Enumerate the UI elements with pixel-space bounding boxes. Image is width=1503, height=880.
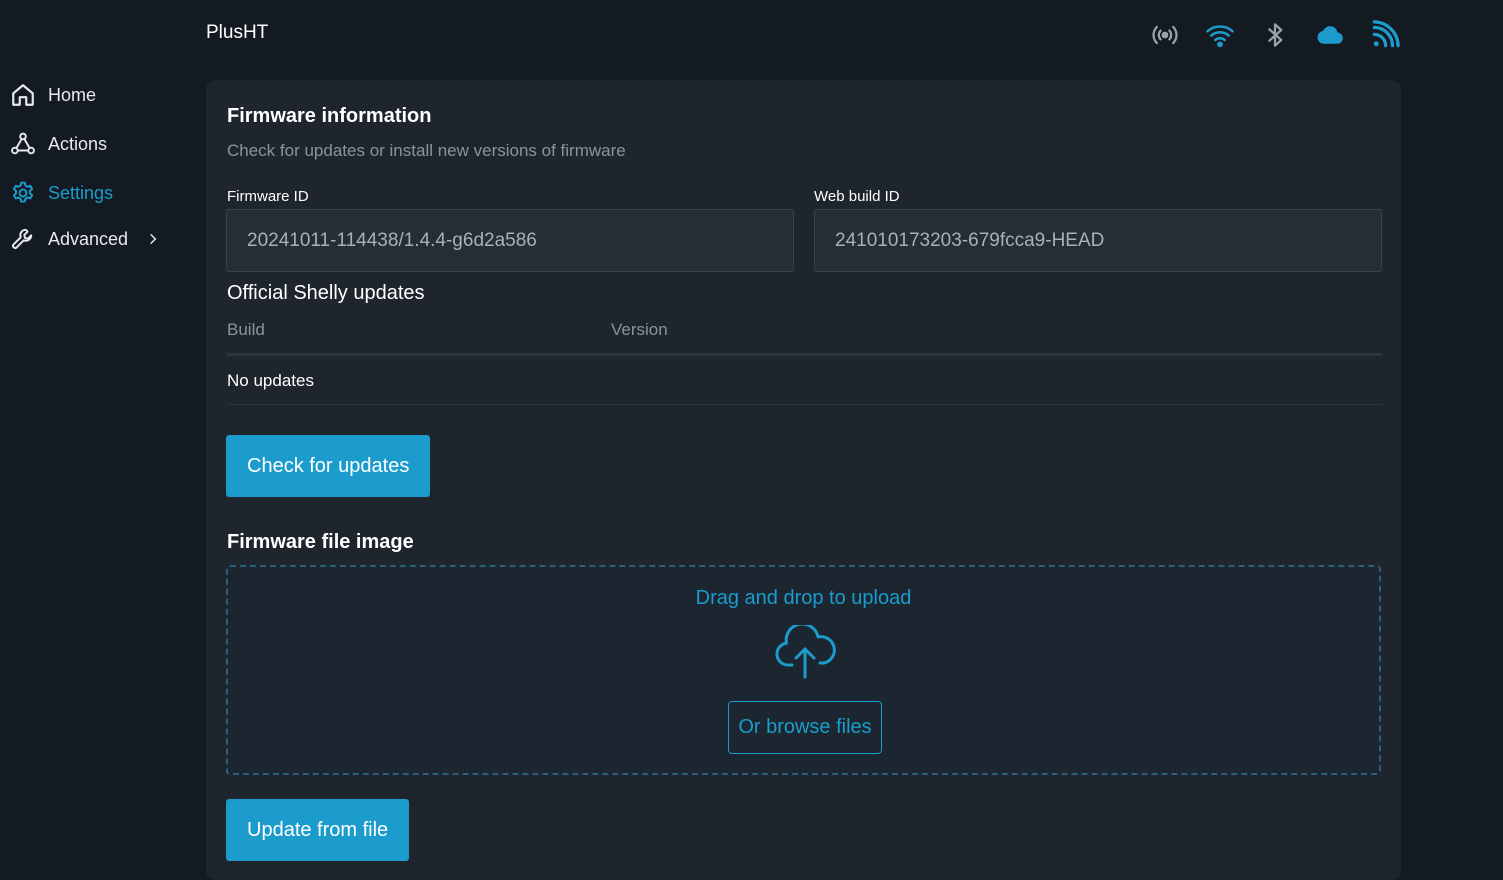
update-from-file-button[interactable]: Update from file: [226, 799, 410, 861]
drop-text: Drag and drop to upload: [695, 587, 912, 609]
updates-table-header: Build Version: [227, 320, 1382, 356]
firmware-id-label: Firmware ID: [227, 188, 309, 205]
browse-files-button[interactable]: Or browse files: [728, 701, 882, 754]
sidebar-item-label: Actions: [48, 133, 108, 154]
no-updates-text: No updates: [227, 371, 314, 390]
web-build-field[interactable]: [814, 209, 1382, 272]
page-title: Firmware information: [227, 105, 432, 127]
sidebar-item-label: Home: [48, 84, 97, 105]
wifi-icon[interactable]: [1203, 18, 1236, 51]
actions-icon: [11, 132, 35, 155]
app-title: PlusHT: [206, 22, 269, 43]
gear-icon: [12, 181, 34, 203]
sidebar-item-settings[interactable]: Settings: [10, 177, 113, 209]
table-row: No updates: [227, 356, 1382, 405]
chevron-right-icon: [150, 233, 157, 245]
firmware-card: Firmware information Check for updates o…: [206, 80, 1401, 880]
page-subtitle: Check for updates or install new version…: [227, 141, 626, 160]
sidebar-item-label: Advanced: [48, 228, 129, 249]
sidebar-item-actions[interactable]: Actions: [10, 128, 107, 160]
status-bar: [1148, 18, 1401, 51]
sidebar-item-advanced[interactable]: Advanced: [10, 223, 160, 255]
sidebar: Home Actions Settings Advanced: [0, 0, 190, 848]
rss-icon[interactable]: [1368, 18, 1401, 51]
sidebar-item-label: Settings: [48, 182, 114, 203]
cloud-icon[interactable]: [1313, 18, 1346, 51]
firmware-id-field[interactable]: [226, 209, 794, 272]
sidebar-item-home[interactable]: Home: [10, 79, 96, 111]
updates-heading: Official Shelly updates: [227, 282, 425, 304]
column-version: Version: [611, 320, 668, 339]
wrench-icon: [12, 228, 33, 249]
check-updates-button[interactable]: Check for updates: [226, 435, 431, 497]
cloud-upload-icon: [775, 625, 836, 679]
file-image-heading: Firmware file image: [227, 531, 414, 553]
column-build: Build: [227, 320, 265, 339]
broadcast-icon[interactable]: [1148, 18, 1181, 51]
bluetooth-icon[interactable]: [1258, 18, 1291, 51]
web-build-label: Web build ID: [814, 188, 900, 205]
home-icon: [12, 84, 34, 106]
file-dropzone[interactable]: Drag and drop to upload Or browse files: [226, 565, 1381, 775]
